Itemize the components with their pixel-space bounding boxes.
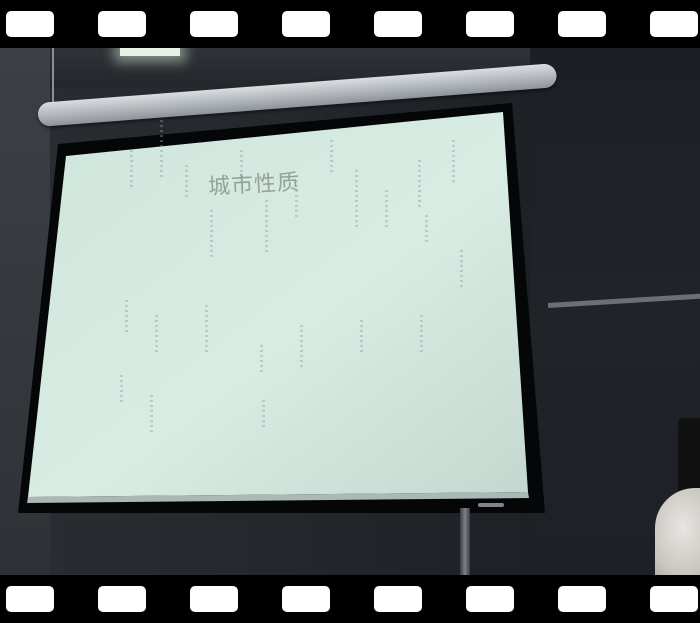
film-hole bbox=[190, 11, 238, 37]
film-strip-bottom bbox=[0, 575, 700, 623]
left-wall bbox=[0, 48, 50, 575]
film-hole bbox=[6, 586, 54, 612]
slide-faint-text bbox=[420, 315, 423, 355]
film-hole bbox=[282, 586, 330, 612]
slide-faint-text bbox=[120, 375, 123, 405]
film-hole bbox=[650, 586, 698, 612]
film-hole bbox=[558, 586, 606, 612]
slide-bottom-edge bbox=[27, 492, 529, 503]
film-hole bbox=[466, 586, 514, 612]
slide-faint-text bbox=[150, 395, 153, 435]
slide-faint-text bbox=[300, 325, 303, 370]
slide-faint-text bbox=[160, 120, 163, 180]
film-strip-top bbox=[0, 0, 700, 48]
slide-faint-text bbox=[240, 150, 243, 180]
film-hole bbox=[190, 586, 238, 612]
film-hole bbox=[466, 11, 514, 37]
screen-brand-mark bbox=[478, 503, 504, 507]
stand-pole bbox=[460, 508, 470, 575]
slide-faint-text bbox=[460, 250, 463, 290]
slide-faint-text bbox=[360, 320, 363, 355]
slide-faint-text bbox=[265, 200, 268, 255]
slide-faint-text bbox=[330, 140, 333, 175]
slide-faint-text bbox=[355, 170, 358, 230]
slide-faint-text bbox=[385, 190, 388, 230]
film-hole bbox=[374, 586, 422, 612]
slide-faint-text bbox=[452, 140, 455, 185]
slide-faint-text bbox=[262, 400, 265, 430]
ceiling-light bbox=[120, 48, 180, 56]
slide-faint-text bbox=[210, 210, 213, 260]
film-hole bbox=[374, 11, 422, 37]
slide-title: 城市性质 bbox=[207, 170, 301, 200]
slide-faint-text bbox=[130, 150, 133, 190]
photo-frame: 城市性质 bbox=[0, 0, 700, 623]
slide-faint-text bbox=[260, 345, 263, 375]
slide-faint-text bbox=[125, 300, 128, 335]
slide-faint-text bbox=[418, 160, 421, 210]
film-hole bbox=[6, 11, 54, 37]
photo-scene: 城市性质 bbox=[0, 48, 700, 575]
slide-faint-text bbox=[185, 165, 188, 200]
slide-faint-text bbox=[295, 175, 298, 220]
film-hole bbox=[650, 11, 698, 37]
slide-faint-text bbox=[205, 305, 208, 355]
film-hole bbox=[98, 586, 146, 612]
film-hole bbox=[98, 11, 146, 37]
film-hole bbox=[282, 11, 330, 37]
film-hole bbox=[558, 11, 606, 37]
slide-faint-text bbox=[155, 315, 158, 355]
slide-faint-text bbox=[425, 215, 428, 245]
